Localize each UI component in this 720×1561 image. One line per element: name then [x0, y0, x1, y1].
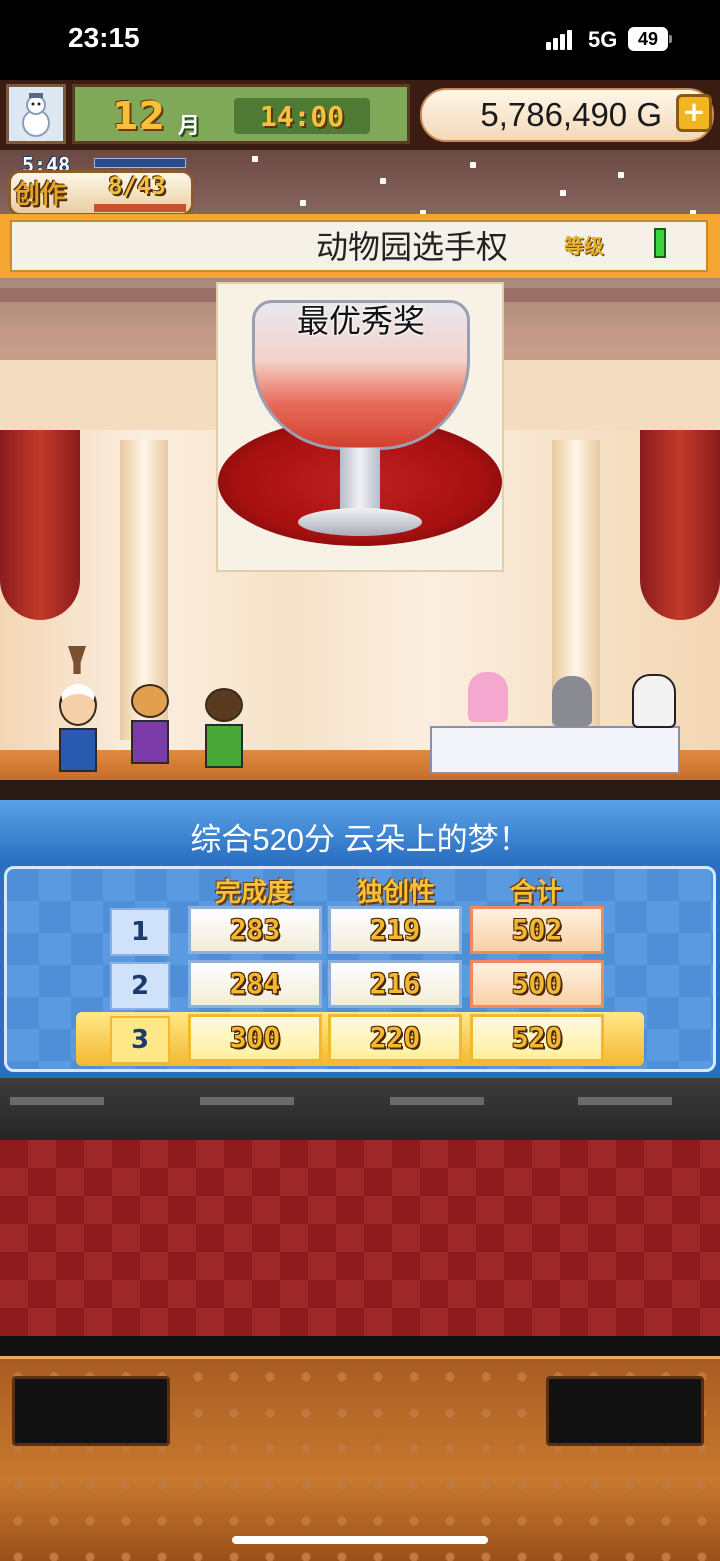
score-originality: 220 [328, 1014, 462, 1062]
rabbit-judge [468, 672, 508, 722]
score-originality: 219 [328, 906, 462, 954]
parfait-base [298, 508, 422, 536]
battery-icon: 49 [628, 27, 668, 51]
carpet-area[interactable] [0, 1140, 720, 1336]
contest-title: 动物园选手权 [315, 229, 508, 265]
signal-icon [546, 30, 574, 50]
road-dash [578, 1097, 672, 1105]
right-slot-button[interactable] [546, 1376, 704, 1446]
assistant-character [204, 688, 244, 768]
create-progress-bar [94, 204, 186, 212]
right-curtain [640, 430, 720, 620]
rank-indicator [654, 228, 666, 258]
column-total: 合计 [509, 878, 562, 908]
score-total: 520 [470, 1014, 604, 1062]
audience-row [0, 780, 720, 800]
snowman-icon[interactable] [6, 84, 66, 144]
rank-label: 等级 [564, 234, 604, 258]
road-dash [10, 1097, 104, 1105]
row-rank: 2 [110, 962, 170, 1010]
score-completion: 300 [188, 1014, 322, 1062]
timer-bar [94, 158, 186, 168]
assistant-character [130, 684, 170, 764]
score-originality: 216 [328, 960, 462, 1008]
left-slot-button[interactable] [12, 1376, 170, 1446]
divider [0, 1336, 720, 1356]
month-number: 12 [112, 94, 165, 138]
panda-judge [632, 674, 676, 728]
network-type: 5G [588, 27, 618, 52]
create-count: 8/43 [108, 172, 166, 200]
home-indicator[interactable] [232, 1536, 488, 1544]
score-completion: 284 [188, 960, 322, 1008]
road-dash [390, 1097, 484, 1105]
row-rank: 1 [110, 908, 170, 956]
result-comment: 综合520分 云朵上的梦！ [190, 822, 530, 857]
column-completion: 完成度 [214, 878, 293, 908]
road-dash [200, 1097, 294, 1105]
clock: 14:00 [259, 100, 345, 133]
award-text: 最优秀奖 [296, 303, 425, 339]
battery-nub [669, 35, 672, 43]
chef-character [58, 684, 98, 772]
status-time: 23:15 [68, 22, 140, 53]
column-originality: 独创性 [356, 878, 435, 908]
month-unit: 月 [178, 114, 201, 139]
koala-judge [552, 676, 592, 726]
score-total: 502 [470, 906, 604, 954]
add-money-button[interactable]: + [676, 94, 712, 132]
row-rank: 3 [110, 1016, 170, 1064]
create-label: 创作 [14, 180, 67, 210]
judges-table [430, 726, 680, 774]
road-strip [0, 1078, 720, 1140]
left-curtain [0, 430, 80, 620]
score-total: 500 [470, 960, 604, 1008]
money-amount: 5,786,490 G [480, 96, 662, 133]
score-completion: 283 [188, 906, 322, 954]
